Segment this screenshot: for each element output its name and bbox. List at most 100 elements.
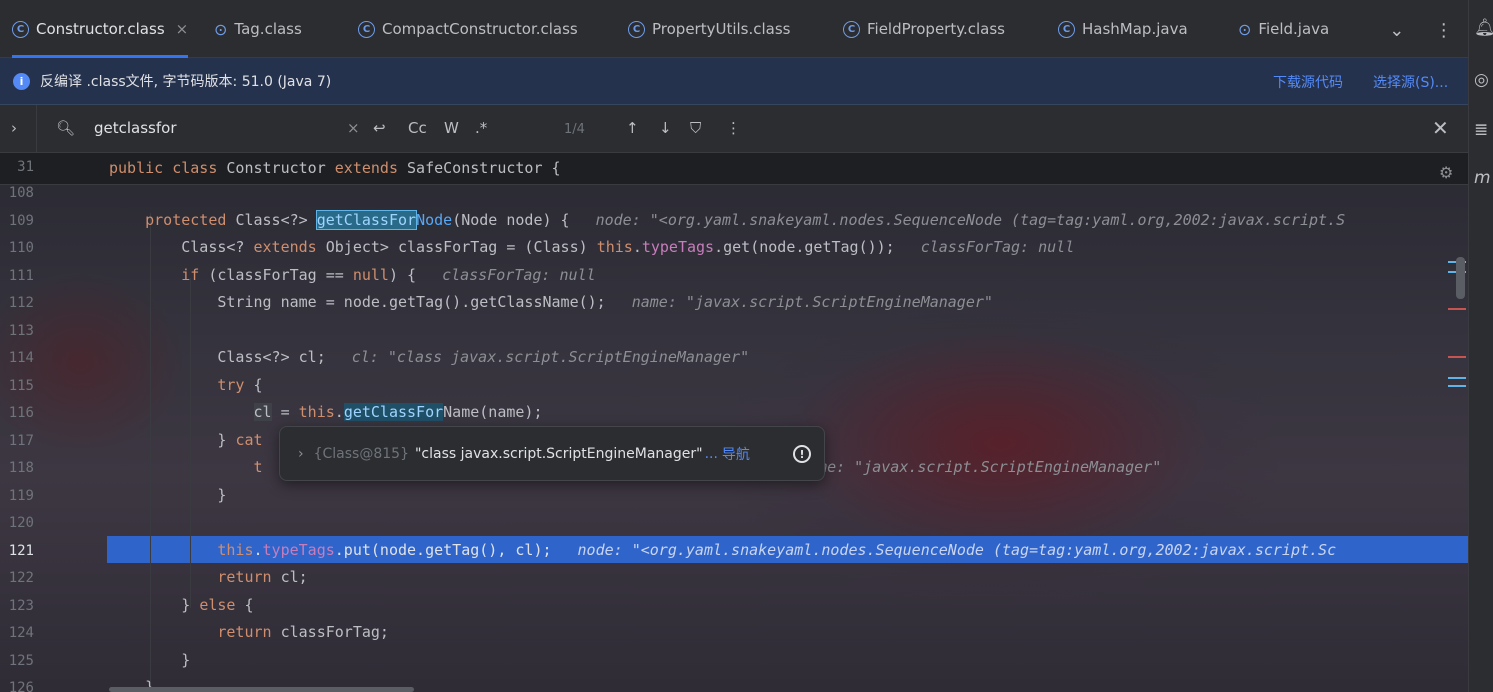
code-line: name: "javax.script.ScriptEngineManager" <box>800 454 1161 481</box>
code-line: Class<? extends Object> classForTag = (C… <box>109 238 1075 256</box>
choose-source-link[interactable]: 选择源(S)... <box>1373 72 1448 92</box>
divider <box>36 105 37 153</box>
whole-words-toggle[interactable]: W <box>444 119 459 137</box>
code-line: public class Constructor extends SafeCon… <box>109 159 561 177</box>
debug-value-popup: › {Class@815} "class javax.script.Script… <box>279 426 825 481</box>
tab-field-java[interactable]: ⊙ Field.java <box>1238 0 1329 58</box>
class-icon: C <box>1058 20 1075 38</box>
code-editor[interactable]: 31 public class Constructor extends Safe… <box>0 153 1468 692</box>
code-line: } <box>109 486 227 504</box>
settings-gear-icon[interactable]: ⚙ <box>1439 163 1453 182</box>
line-number: 113 <box>8 323 34 339</box>
tab-label: CompactConstructor.class <box>382 20 578 38</box>
line-number: 108 <box>8 185 34 201</box>
tab-hashmap-java[interactable]: C HashMap.java <box>1058 0 1188 58</box>
line-number: 31 <box>17 159 34 175</box>
expand-chevron-icon[interactable]: › <box>298 446 304 462</box>
line-number: 118 <box>8 460 34 476</box>
close-find-icon[interactable]: ✕ <box>1432 116 1449 140</box>
code-line: try { <box>217 376 263 394</box>
download-source-link[interactable]: 下载源代码 <box>1273 72 1343 92</box>
code-line: return classForTag; <box>217 623 389 641</box>
find-bar: › 🔍︎ × ↩ Cc W .* 1/4 ↑ ↓ ⛉ ⋮ ✕ <box>0 105 1468 153</box>
inline-debug-value: classForTag: null <box>442 266 596 284</box>
inline-debug-value: name: "javax.script.ScriptEngineManager" <box>631 293 993 311</box>
inline-debug-value: cl: "class javax.script.ScriptEngineMana… <box>351 348 750 366</box>
decompiled-info-banner: i 反编译 .class文件, 字节码版本: 51.0 (Java 7) 下载源… <box>0 58 1468 105</box>
code-line: cl = this.getClassForName(name); <box>253 403 543 421</box>
line-number: 122 <box>8 570 34 586</box>
search-history-icon[interactable]: 🔍︎ <box>56 119 75 137</box>
navigate-link[interactable]: 导航 <box>722 444 750 464</box>
new-line-icon[interactable]: ↩ <box>373 119 386 137</box>
tab-label: PropertyUtils.class <box>652 20 791 38</box>
line-number: 115 <box>8 378 34 394</box>
line-number: 121 <box>8 543 34 559</box>
tab-fieldproperty-class[interactable]: C FieldProperty.class <box>843 0 1005 58</box>
code-line: String name = node.getTag().getClassName… <box>109 293 993 311</box>
chevron-down-icon[interactable]: ⌄ <box>1389 20 1404 41</box>
inline-debug-value: classForTag: null <box>920 238 1075 256</box>
tab-label: Constructor.class <box>36 20 165 38</box>
line-number: 124 <box>8 625 34 641</box>
banner-text: 反编译 .class文件, 字节码版本: 51.0 (Java 7) <box>40 74 332 90</box>
ellipsis-link[interactable]: ... <box>705 446 718 462</box>
info-icon: i <box>13 72 30 90</box>
class-icon: C <box>628 20 645 38</box>
previous-occurrence-icon[interactable]: ↑ <box>626 119 639 137</box>
code-line: return cl; <box>217 568 308 586</box>
line-number: 126 <box>8 680 34 692</box>
maven-icon[interactable]: m <box>1474 168 1491 188</box>
search-input[interactable] <box>94 117 334 139</box>
tab-constructor-class[interactable]: C Constructor.class × <box>12 0 189 58</box>
tab-label: Tag.class <box>234 20 302 38</box>
more-vertical-icon[interactable]: ⋮ <box>1435 20 1453 41</box>
notifications-icon[interactable]: 🔔︎ <box>1474 18 1493 38</box>
line-number: 116 <box>8 405 34 421</box>
search-match-marker <box>1448 385 1466 387</box>
tab-compactconstructor-class[interactable]: C CompactConstructor.class <box>358 0 578 58</box>
clear-search-icon[interactable]: × <box>347 119 360 137</box>
line-number: 125 <box>8 653 34 669</box>
ai-assistant-icon[interactable]: ◎ <box>1474 70 1489 90</box>
tag-class-icon: ⊙ <box>214 19 228 39</box>
tab-label: Field.java <box>1258 20 1330 38</box>
inline-debug-value: node: "<org.yaml.snakeyaml.nodes.Sequenc… <box>577 541 1337 559</box>
regex-toggle[interactable]: .* <box>475 119 487 137</box>
tab-tag-class[interactable]: ⊙ Tag.class <box>214 0 302 58</box>
tab-propertyutils-class[interactable]: C PropertyUtils.class <box>628 0 791 58</box>
horizontal-scrollbar-thumb[interactable] <box>109 687 414 692</box>
search-match-marker <box>1448 377 1466 379</box>
class-icon: C <box>358 20 375 38</box>
class-icon: C <box>12 20 29 38</box>
code-line: Class<?> cl; cl: "class javax.script.Scri… <box>109 348 750 366</box>
inline-debug-value: node: "<org.yaml.snakeyaml.nodes.Sequenc… <box>595 211 1346 229</box>
filter-icon[interactable]: ⛉ <box>690 119 701 137</box>
line-number: 120 <box>8 515 34 531</box>
tab-actions: ⌄ ⋮ <box>1374 8 1468 52</box>
next-occurrence-icon[interactable]: ↓ <box>659 119 672 137</box>
code-line: } <box>109 651 191 669</box>
warning-icon[interactable]: ! <box>793 445 811 463</box>
line-number: 119 <box>8 488 34 504</box>
code-line: } cat <box>109 431 263 449</box>
more-options-icon[interactable]: ⋮ <box>726 119 741 137</box>
database-icon[interactable]: ≣ <box>1474 120 1488 140</box>
object-id: {Class@815} <box>313 445 409 462</box>
match-case-toggle[interactable]: Cc <box>408 119 427 137</box>
tag-class-icon: ⊙ <box>1238 19 1252 39</box>
vertical-scrollbar-thumb[interactable] <box>1456 257 1465 299</box>
tab-label: HashMap.java <box>1082 20 1188 38</box>
breakpoint-marker <box>1448 356 1466 358</box>
line-number: 111 <box>8 268 34 284</box>
code-line: this.typeTags.put(node.getTag(), cl); nod… <box>217 541 1337 559</box>
sticky-class-header: 31 public class Constructor extends Safe… <box>0 153 1468 185</box>
breakpoint-marker <box>1448 308 1466 310</box>
match-counter: 1/4 <box>564 122 585 137</box>
expand-replace-icon[interactable]: › <box>11 119 17 137</box>
right-tool-strip: 🔔︎ ◎ ≣ m <box>1468 0 1493 692</box>
close-icon[interactable]: × <box>176 20 189 38</box>
line-number: 123 <box>8 598 34 614</box>
code-line: t <box>253 458 263 476</box>
line-number: 117 <box>8 433 34 449</box>
